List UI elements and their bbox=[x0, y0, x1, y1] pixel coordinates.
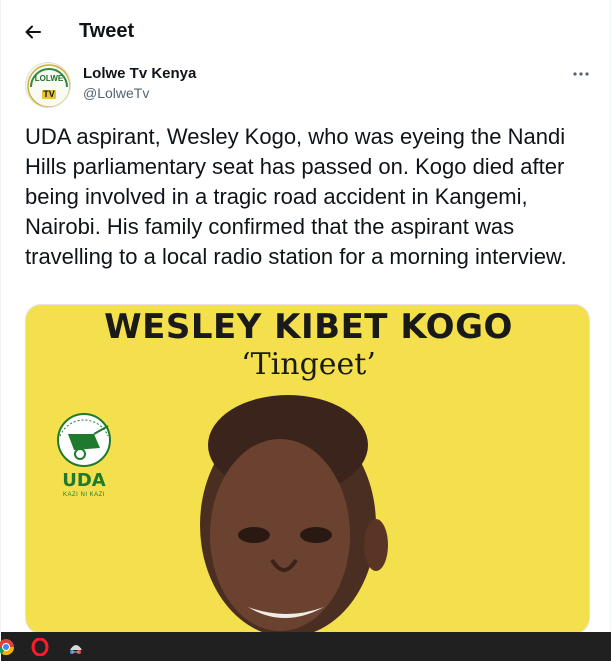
candidate-portrait bbox=[200, 395, 388, 633]
more-horizontal-icon bbox=[573, 72, 589, 76]
taskbar-network[interactable] bbox=[67, 638, 85, 656]
back-button[interactable] bbox=[15, 14, 51, 50]
chrome-icon bbox=[0, 639, 15, 656]
network-icon bbox=[70, 645, 82, 654]
back-arrow-icon bbox=[25, 25, 41, 39]
tweet-image[interactable]: WESLEY KIBET KOGO ‘Tingeet’ UDA KAZI NI … bbox=[25, 304, 590, 634]
poster-nickname: ‘Tingeet’ bbox=[241, 347, 376, 382]
taskbar-chrome[interactable] bbox=[0, 638, 15, 656]
avatar-logo-text-top: LOLWE bbox=[34, 74, 64, 83]
tweet-page: Tweet LOLWE TV Lolwe Tv Kenya @LolweTv U… bbox=[0, 0, 611, 661]
tweet-author: LOLWE TV Lolwe Tv Kenya @LolweTv bbox=[25, 62, 595, 110]
author-handle[interactable]: @LolweTv bbox=[83, 85, 149, 101]
poster-candidate-name: WESLEY KIBET KOGO bbox=[104, 307, 513, 347]
taskbar-opera[interactable] bbox=[31, 638, 49, 656]
party-name: UDA bbox=[62, 470, 106, 491]
tweet-text: UDA aspirant, Wesley Kogo, who was eyein… bbox=[25, 124, 567, 269]
lolwe-tv-logo bbox=[27, 64, 70, 107]
opera-icon bbox=[31, 638, 49, 656]
party-motto: KAZI NI KAZI bbox=[62, 492, 105, 498]
avatar-logo-text-bottom: TV bbox=[43, 89, 55, 99]
uda-party-logo bbox=[57, 413, 111, 467]
taskbar bbox=[0, 632, 611, 661]
author-name[interactable]: Lolwe Tv Kenya bbox=[83, 65, 196, 82]
avatar[interactable]: LOLWE TV bbox=[25, 62, 71, 108]
more-options-button[interactable] bbox=[567, 62, 595, 86]
page-title: Tweet bbox=[79, 20, 135, 42]
page-header: Tweet bbox=[1, 0, 611, 60]
